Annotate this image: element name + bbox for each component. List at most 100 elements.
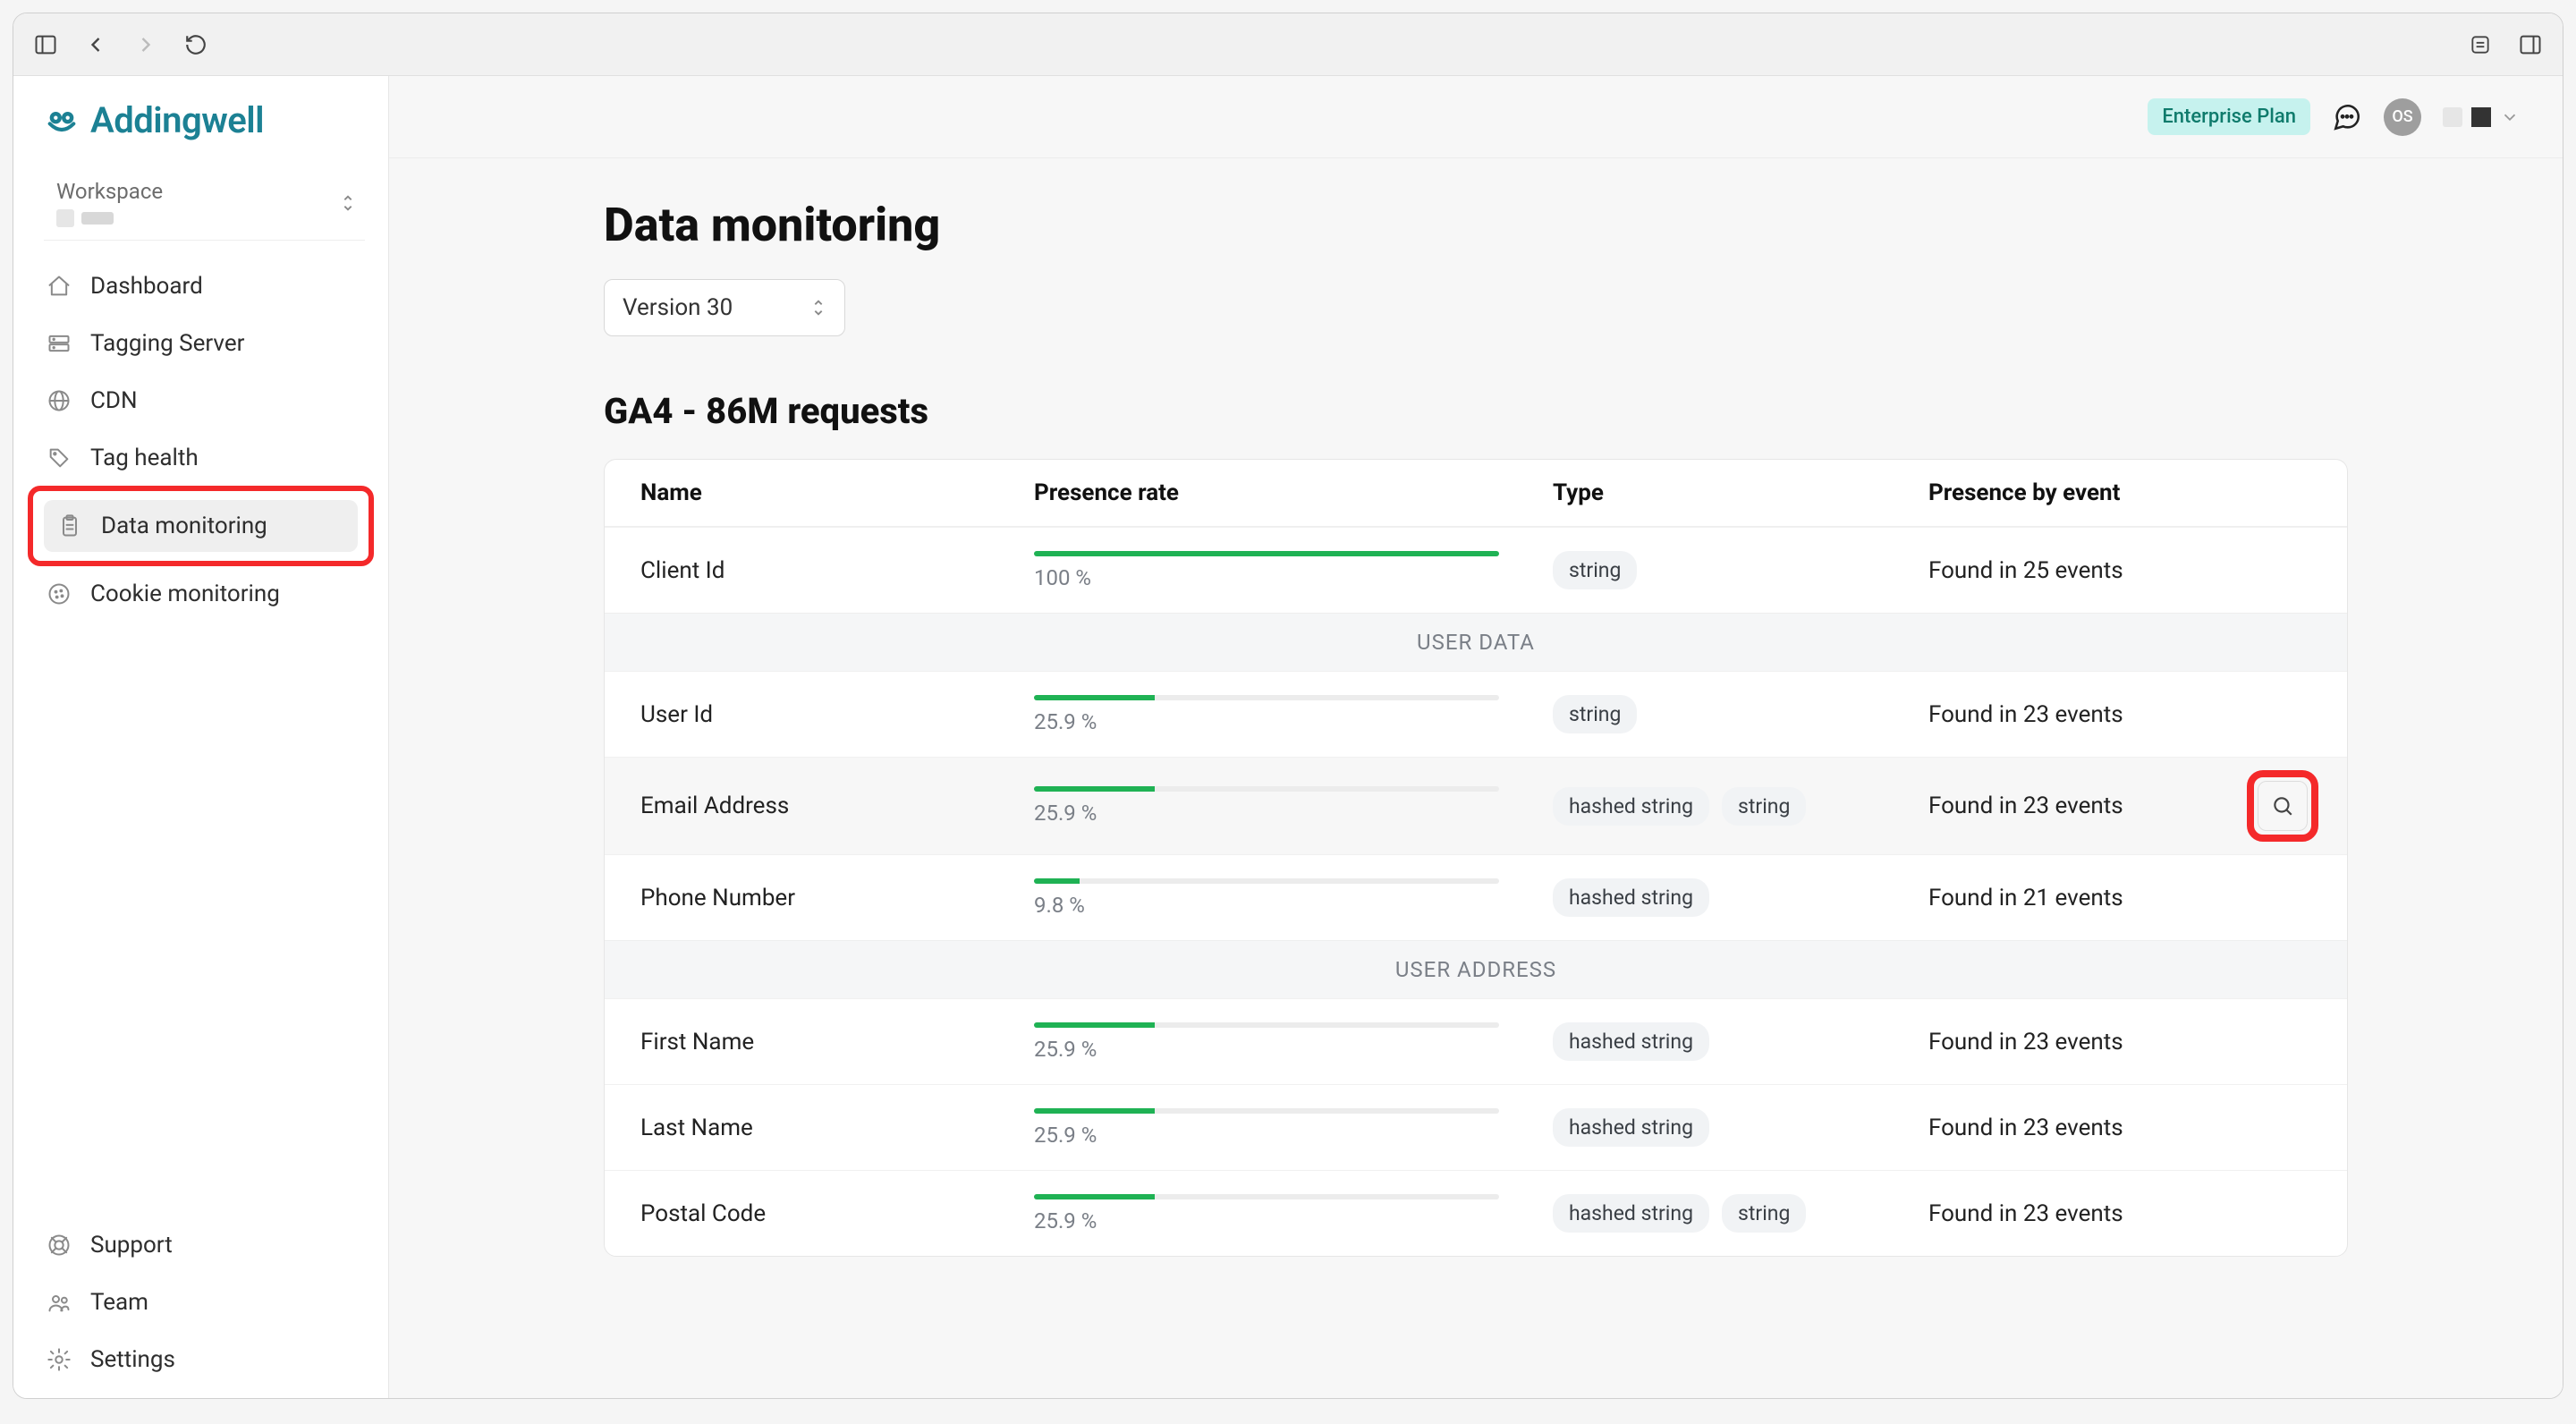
titlebar-left: [31, 30, 210, 59]
chevron-down-icon: [2500, 107, 2520, 127]
cell-presence-event: Found in 21 events: [1928, 885, 2222, 911]
cell-name: Email Address: [640, 793, 1034, 819]
chevrons-updown-icon: [810, 298, 826, 318]
sidebar-item-data-monitoring[interactable]: Data monitoring: [44, 500, 358, 552]
data-table: Name Presence rate Type Presence by even…: [604, 459, 2348, 1257]
workspace-value-placeholder: [56, 209, 163, 227]
version-selected-value: Version 30: [623, 294, 733, 321]
sidebar-item-cookie-monitoring[interactable]: Cookie monitoring: [33, 568, 369, 620]
sidebar-item-cdn[interactable]: CDN: [33, 375, 369, 427]
sidebar-item-label: Tagging Server: [90, 330, 244, 357]
section-user-data: USER DATA: [605, 613, 2347, 671]
type-pill: string: [1722, 1194, 1806, 1233]
sidebar-item-label: Dashboard: [90, 273, 203, 300]
brand-logo[interactable]: Addingwell: [13, 76, 388, 154]
sidebar-item-label: CDN: [90, 387, 138, 414]
chevrons-updown-icon: [340, 193, 356, 213]
cell-presence-event: Found in 23 events: [1928, 793, 2222, 819]
sidebar-item-tagging-server[interactable]: Tagging Server: [33, 318, 369, 369]
plan-badge: Enterprise Plan: [2148, 98, 2310, 135]
content: Data monitoring Version 30 GA4 - 86M req…: [389, 158, 2563, 1293]
col-presence-rate: Presence rate: [1034, 479, 1553, 506]
type-pill: hashed string: [1553, 1194, 1709, 1233]
cell-presence-rate: 100 %: [1034, 551, 1553, 590]
sidebar-toggle-icon[interactable]: [31, 30, 60, 59]
clipboard-icon: [56, 513, 83, 539]
chat-icon[interactable]: [2332, 102, 2362, 132]
table-row[interactable]: Email Address25.9 %hashed stringstringFo…: [605, 757, 2347, 854]
cell-presence-event: Found in 23 events: [1928, 1115, 2222, 1141]
gear-icon: [46, 1346, 72, 1373]
cell-name: Postal Code: [640, 1200, 1034, 1227]
titlebar-right: [2466, 30, 2545, 59]
cell-presence-event: Found in 23 events: [1928, 1200, 2222, 1227]
cell-type: string: [1553, 695, 1928, 733]
table-row[interactable]: User Id25.9 %string Found in 23 events: [605, 671, 2347, 757]
col-presence-event: Presence by event: [1928, 479, 2222, 506]
forward-button[interactable]: [131, 30, 160, 59]
cell-presence-event: Found in 25 events: [1928, 557, 2222, 584]
avatar[interactable]: OS: [2384, 98, 2421, 136]
cell-actions: [2222, 777, 2311, 835]
nav-main: Dashboard Tagging Server CDN Tag health Data…: [13, 242, 388, 1216]
version-selector[interactable]: Version 30: [604, 279, 845, 336]
cell-type: hashed stringstring: [1553, 787, 1928, 826]
table-row[interactable]: Phone Number9.8 %hashed string Found in 2…: [605, 854, 2347, 940]
back-button[interactable]: [81, 30, 110, 59]
sidebar-item-support[interactable]: Support: [33, 1219, 369, 1271]
workspace-label: Workspace: [56, 179, 163, 204]
table-header-row: Name Presence rate Type Presence by even…: [605, 460, 2347, 527]
sidebar-item-label: Support: [90, 1232, 173, 1259]
cell-type: hashed string string: [1553, 1194, 1928, 1233]
reload-button[interactable]: [182, 30, 210, 59]
cell-presence-event: Found in 23 events: [1928, 1029, 2222, 1055]
sidebar-item-label: Settings: [90, 1346, 175, 1373]
nav-bottom: Support Team Settings: [13, 1216, 388, 1398]
type-pill: hashed string: [1553, 1022, 1709, 1061]
table-row[interactable]: Postal Code25.9 %hashed stringstringFoun…: [605, 1170, 2347, 1256]
cell-presence-rate: 25.9 %: [1034, 1108, 1553, 1148]
type-pill: string: [1553, 695, 1637, 733]
extensions-icon[interactable]: [2466, 30, 2495, 59]
cell-presence-rate: 9.8 %: [1034, 878, 1553, 918]
workspace-picker[interactable]: Workspace: [44, 166, 365, 241]
sidebar-item-label: Tag health: [90, 445, 199, 471]
lifebuoy-icon: [46, 1232, 72, 1259]
cell-name: Last Name: [640, 1115, 1034, 1141]
home-icon: [46, 273, 72, 300]
table-row[interactable]: Last Name25.9 %hashed stringFound in 23 …: [605, 1084, 2347, 1170]
type-pill: hashed string: [1553, 787, 1709, 826]
app-window: Addingwell Workspace Dashboard Tagging Se…: [13, 13, 2563, 1399]
col-name: Name: [640, 479, 1034, 506]
type-pill: hashed string: [1553, 878, 1709, 917]
sidebar-item-settings[interactable]: Settings: [33, 1334, 369, 1386]
sidebar-item-dashboard[interactable]: Dashboard: [33, 260, 369, 312]
users-icon: [46, 1289, 72, 1316]
tag-icon: [46, 445, 72, 471]
app-body: Addingwell Workspace Dashboard Tagging Se…: [13, 76, 2563, 1398]
panel-toggle-icon[interactable]: [2516, 30, 2545, 59]
cell-name: User Id: [640, 701, 1034, 728]
cell-name: First Name: [640, 1029, 1034, 1055]
search-icon: [2271, 794, 2294, 818]
row-search-button[interactable]: [2258, 781, 2308, 831]
table-row[interactable]: First Name25.9 %hashed string Found in 23…: [605, 998, 2347, 1084]
cell-name: Client Id: [640, 557, 1034, 584]
topbar: Enterprise Plan OS: [389, 76, 2563, 158]
section-user-address: USER ADDRESS: [605, 940, 2347, 998]
section-title: GA4 - 86M requests: [604, 390, 2348, 432]
sidebar: Addingwell Workspace Dashboard Tagging Se…: [13, 76, 389, 1398]
cell-type: hashed string: [1553, 1022, 1928, 1061]
org-switcher[interactable]: [2443, 107, 2520, 127]
sidebar-item-team[interactable]: Team: [33, 1276, 369, 1328]
cell-name: Phone Number: [640, 885, 1034, 911]
cell-presence-rate: 25.9 %: [1034, 786, 1553, 826]
table-row[interactable]: Client Id100 %string Found in 25 events: [605, 527, 2347, 613]
page-title: Data monitoring: [604, 198, 2348, 252]
cell-presence-event: Found in 23 events: [1928, 701, 2222, 728]
sidebar-item-tag-health[interactable]: Tag health: [33, 432, 369, 484]
cell-presence-rate: 25.9 %: [1034, 1022, 1553, 1062]
cell-presence-rate: 25.9 %: [1034, 695, 1553, 734]
type-pill: string: [1553, 551, 1637, 589]
cell-type: hashed string: [1553, 1108, 1928, 1147]
